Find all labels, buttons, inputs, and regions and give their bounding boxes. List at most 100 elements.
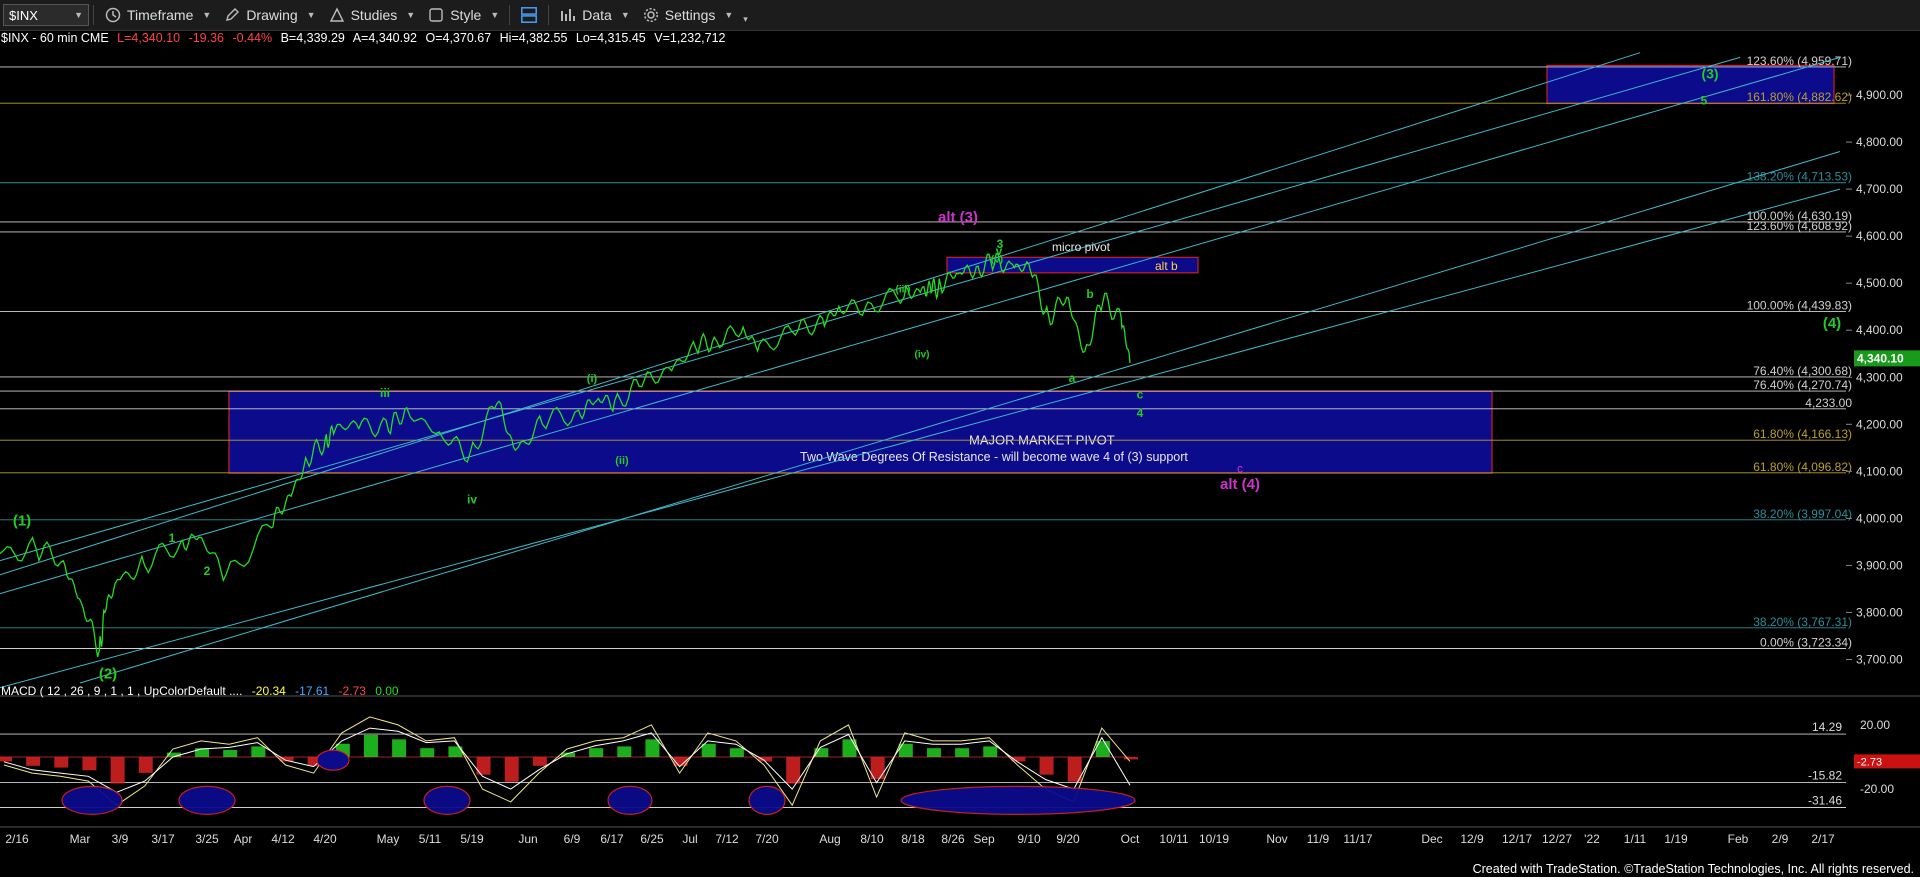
- style-icon: [427, 6, 445, 24]
- macd-value-1: -20.34: [251, 684, 286, 698]
- price-tick-label: 4,100.00: [1856, 464, 1903, 478]
- fib-label: 61.80% (4,166.13): [1753, 427, 1852, 441]
- time-tick-label: Apr: [234, 832, 253, 846]
- time-tick-label: Oct: [1121, 832, 1140, 846]
- time-tick-label: '22: [1584, 832, 1600, 846]
- price-tick-label: 4,700.00: [1856, 182, 1903, 196]
- macd-histogram-bar: [983, 746, 998, 757]
- macd-current-value: -2.73: [1857, 756, 1882, 768]
- time-tick-label: 1/19: [1664, 832, 1688, 846]
- time-tick-label: 2/17: [1811, 832, 1835, 846]
- macd-histogram-bar: [898, 743, 913, 757]
- time-tick-label: 7/20: [755, 832, 779, 846]
- drawing-button[interactable]: Drawing ▼: [217, 6, 321, 24]
- pct-change: -0.44%: [232, 31, 273, 45]
- volume: V=1,232,712: [654, 31, 726, 45]
- time-tick-label: 5/19: [460, 832, 484, 846]
- wave-label: 2: [204, 564, 211, 578]
- high-price: Hi=4,382.55: [499, 31, 568, 45]
- chevron-down-icon: ▼: [74, 10, 83, 20]
- time-tick-label: 9/10: [1017, 832, 1041, 846]
- time-tick-label: Feb: [1728, 832, 1749, 846]
- chevron-down-icon: ▼: [490, 10, 500, 20]
- macd-histogram-bar: [138, 757, 153, 773]
- macd-histogram-bar: [251, 746, 266, 757]
- settings-button[interactable]: Settings ▼: [636, 6, 740, 24]
- wave-label: (iii): [896, 285, 911, 296]
- chevron-down-icon: ▼: [406, 10, 416, 20]
- price-tick-label: 4,000.00: [1856, 511, 1903, 525]
- data-button[interactable]: Data ▼: [553, 6, 636, 24]
- price-tick-label: 4,800.00: [1856, 135, 1903, 149]
- macd-histogram-bar: [1095, 741, 1110, 757]
- price-tick-label: 4,900.00: [1856, 88, 1903, 102]
- quote-infobar: $INX - 60 min CME L=4,340.10 -19.36 -0.4…: [1, 31, 731, 47]
- macd-divergence-ellipse: [607, 785, 653, 815]
- timeframe-label: Timeframe: [127, 7, 194, 23]
- price-tick-label: 4,600.00: [1856, 229, 1903, 243]
- time-tick-label: 2/9: [1772, 832, 1789, 846]
- time-tick-label: 12/9: [1460, 832, 1484, 846]
- toolbar-divider: [93, 5, 94, 25]
- time-tick-label: Dec: [1421, 832, 1442, 846]
- wave-label: 5: [1701, 93, 1708, 107]
- fib-label: 76.40% (4,270.74): [1753, 378, 1852, 392]
- layout-button[interactable]: [514, 6, 544, 24]
- time-tick-label: 8/10: [860, 832, 884, 846]
- layout-icon: [520, 6, 538, 24]
- macd-level-label: 14.29: [1812, 720, 1842, 734]
- macd-histogram-bar: [729, 748, 744, 757]
- studies-button[interactable]: Studies ▼: [322, 6, 422, 24]
- wave-label: iv: [467, 492, 477, 506]
- wave-label: (i): [587, 373, 598, 385]
- bar-chart-icon: [559, 6, 577, 24]
- price-tick-label: 3,900.00: [1856, 558, 1903, 572]
- time-tick-label: 7/12: [715, 832, 739, 846]
- price-tick-label: 4,400.00: [1856, 323, 1903, 337]
- fib-label: 38.20% (3,767.31): [1753, 615, 1852, 629]
- macd-histogram-bar: [926, 748, 941, 757]
- style-button[interactable]: Style ▼: [421, 6, 505, 24]
- open-price: O=4,370.67: [425, 31, 492, 45]
- wave-label: 1: [169, 531, 176, 545]
- macd-histogram-bar: [532, 757, 547, 766]
- macd-histogram-bar: [701, 743, 716, 757]
- macd-histogram-bar: [54, 757, 69, 768]
- macd-histogram-bar: [392, 739, 407, 757]
- time-tick-label: 12/27: [1542, 832, 1572, 846]
- time-tick-label: Sep: [973, 832, 995, 846]
- copyright-footer: Created with TradeStation. ©TradeStation…: [1472, 862, 1914, 876]
- price-tick-label: 4,500.00: [1856, 276, 1903, 290]
- time-tick-label: 12/17: [1502, 832, 1532, 846]
- fib-label: 123.60% (4,959.71): [1747, 54, 1852, 68]
- time-tick-label: May: [377, 832, 400, 846]
- overflow-caret-icon[interactable]: ▾: [743, 14, 748, 25]
- macd-label: MACD ( 12 , 26 , 9 , 1 , 1 , UpColorDefa…: [1, 684, 243, 698]
- time-tick-label: Jun: [518, 832, 537, 846]
- time-tick-label: 8/26: [941, 832, 965, 846]
- toolbar-divider: [548, 5, 550, 25]
- fib-label: 4,233.00: [1805, 396, 1852, 410]
- time-tick-label: Aug: [819, 832, 840, 846]
- macd-histogram-bar: [82, 757, 97, 771]
- micro-pivot-label: micro pivot: [1052, 240, 1111, 254]
- macd-histogram-bar: [589, 748, 604, 757]
- timeframe-button[interactable]: Timeframe ▼: [98, 6, 217, 24]
- alt3-label: alt (3): [938, 209, 978, 226]
- price-chart[interactable]: alt bMAJOR MARKET PIVOTTwo Wave Degrees …: [0, 48, 1920, 848]
- macd-axis-label: 20.00: [1860, 718, 1890, 732]
- fib-label: 161.80% (4,882.62): [1747, 90, 1852, 104]
- macd-divergence-ellipse: [61, 785, 123, 815]
- time-tick-label: 5/11: [419, 832, 442, 846]
- style-label: Style: [450, 7, 482, 23]
- symbol-text: $INX: [9, 7, 38, 23]
- macd-value-3: -2.73: [338, 684, 366, 698]
- macd-divergence-ellipse: [748, 785, 786, 815]
- macd-histogram-bar: [645, 739, 660, 757]
- time-tick-label: 6/25: [640, 832, 664, 846]
- ask-price: A=4,340.92: [352, 31, 417, 45]
- alt-c-label: c: [1237, 461, 1243, 475]
- time-tick-label: 10/11: [1159, 832, 1188, 846]
- symbol-input[interactable]: $INX ▼: [3, 4, 89, 26]
- macd-histogram-bar: [0, 757, 12, 762]
